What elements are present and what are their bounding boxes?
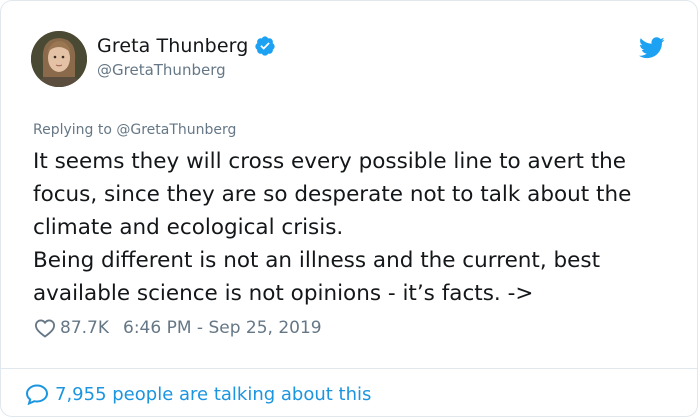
author-name-row[interactable]: Greta Thunberg: [97, 35, 276, 57]
tweet-meta: 87.7K 6:46 PM - Sep 25, 2019: [34, 318, 322, 338]
tweet-card: Greta Thunberg @GretaThunberg Replying t…: [0, 0, 698, 417]
verified-badge-icon: [255, 36, 275, 56]
replying-to[interactable]: Replying to @GretaThunberg: [33, 122, 236, 138]
tweet-header: Greta Thunberg @GretaThunberg: [31, 31, 667, 91]
comment-bubble-icon: [25, 384, 49, 405]
like-count[interactable]: 87.7K: [60, 318, 109, 338]
divider: [1, 368, 697, 369]
tweet-paragraph: Being different is not an illness and th…: [33, 248, 601, 306]
author-name[interactable]: Greta Thunberg: [97, 35, 248, 57]
tweet-timestamp[interactable]: 6:46 PM - Sep 25, 2019: [123, 318, 322, 338]
talking-count[interactable]: 7,955 people are talking about this: [55, 384, 371, 405]
tweet-paragraph: It seems they will cross every possible …: [33, 149, 632, 240]
heart-icon[interactable]: [34, 318, 56, 338]
author-handle[interactable]: @GretaThunberg: [97, 61, 226, 79]
talking-link[interactable]: 7,955 people are talking about this: [25, 383, 371, 405]
twitter-bird-icon[interactable]: [639, 37, 665, 59]
tweet-text: It seems they will cross every possible …: [33, 145, 683, 310]
avatar[interactable]: [31, 31, 87, 87]
